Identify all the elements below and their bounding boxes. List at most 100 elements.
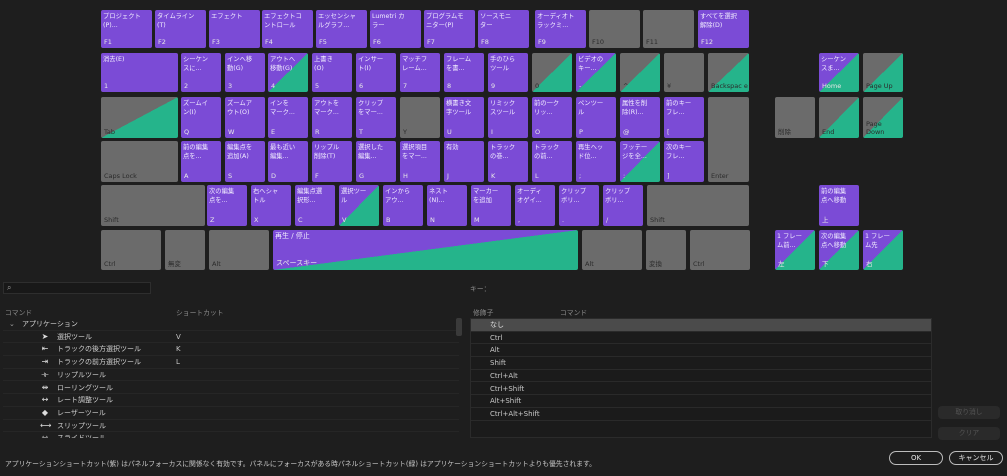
key-ku[interactable]: 横書き文 字ツール U: [444, 97, 484, 138]
modifier-row[interactable]: Alt+Shift: [471, 395, 931, 408]
key-kcomma[interactable]: オーディ オゲイ...,: [515, 185, 555, 226]
key-f8[interactable]: ソースモニ ター F8: [478, 10, 529, 48]
key-kenter[interactable]: Enter: [708, 97, 749, 182]
key-f12[interactable]: すべてを選択 解除(D) F12: [698, 10, 749, 48]
key-f5[interactable]: エッセンシャ ルグラフ... F5: [316, 10, 367, 48]
key-kshiftl[interactable]: Shift: [101, 185, 205, 226]
modifier-row[interactable]: なし: [471, 319, 931, 332]
command-row[interactable]: ⇹ ローリングツール: [3, 382, 459, 395]
command-column-header[interactable]: コマンド: [5, 307, 32, 317]
key-k3[interactable]: インへ移 動(G) 3: [225, 53, 265, 92]
key-kc[interactable]: 編集点選 択形... C: [295, 185, 335, 226]
key-k6[interactable]: インサー ト(I) 6: [356, 53, 396, 92]
command-row[interactable]: ⟷ スリップツール: [3, 420, 459, 433]
command-row[interactable]: ⇥ トラックの前方選択ツール L: [3, 356, 459, 369]
key-kslash[interactable]: クリップ ボリ... /: [603, 185, 643, 226]
key-kx[interactable]: 右へシャ トル X: [251, 185, 291, 226]
key-khenkan[interactable]: 変換: [646, 230, 686, 270]
key-kdel[interactable]: 削除: [775, 97, 815, 138]
key-kshiftr[interactable]: Shift: [647, 185, 749, 226]
key-f11[interactable]: F11: [643, 10, 694, 48]
key-k7[interactable]: マッチフ レーム... 7: [400, 53, 440, 92]
key-kh[interactable]: 選択項目 をマー... H: [400, 141, 440, 182]
key-f9[interactable]: オーディオト ラックミ... F9: [535, 10, 586, 48]
modifier-row[interactable]: Alt: [471, 344, 931, 358]
modifier-row[interactable]: Ctrl: [471, 332, 931, 345]
key-kg[interactable]: 選択した 編集... G: [356, 141, 396, 182]
modifier-row[interactable]: Ctrl+Alt: [471, 370, 931, 383]
key-kdown[interactable]: 次の編集 点へ移動下: [819, 230, 859, 270]
command-row[interactable]: ➤ 選択ツール V: [3, 331, 459, 344]
key-klb[interactable]: 前のキー フレ... [: [664, 97, 704, 138]
key-khome[interactable]: シーケン スま... Home: [819, 53, 859, 92]
key-kmuhenkan[interactable]: 無変: [165, 230, 205, 270]
key-kcolon[interactable]: フッテー ジを全...:: [620, 141, 660, 182]
key-kend[interactable]: End: [819, 97, 859, 138]
key-ktab[interactable]: Tab: [101, 97, 178, 138]
key-ke[interactable]: インを マーク... E: [268, 97, 308, 138]
key-ky[interactable]: Y: [400, 97, 440, 138]
key-kperiod[interactable]: クリップ ボリ....: [559, 185, 599, 226]
key-ka[interactable]: 前の編集 点を... A: [181, 141, 221, 182]
key-kw[interactable]: ズームア ウト(O) W: [225, 97, 265, 138]
modifier-row[interactable]: Ctrl+Alt+Shift: [471, 408, 931, 421]
modifier-column-header[interactable]: 修飾子: [473, 307, 493, 317]
key-kalt[interactable]: Alt: [209, 230, 269, 270]
key-kminus[interactable]: ビデオの キー... -: [576, 53, 616, 92]
key-f1[interactable]: プロジェクト (P)... F1: [101, 10, 152, 48]
command-list-scrollbar[interactable]: [456, 318, 462, 336]
key-k9[interactable]: 手のひら ツール 9: [488, 53, 528, 92]
key-f3[interactable]: エフェクト F3: [209, 10, 260, 48]
key-kleft[interactable]: 1 フレー ム前... 左: [775, 230, 815, 270]
ok-button[interactable]: OK: [889, 451, 943, 465]
clear-button[interactable]: クリア: [938, 427, 1000, 440]
key-kbs[interactable]: Backspac e: [708, 53, 749, 92]
key-ks[interactable]: 編集点を 追加(A) S: [225, 141, 265, 182]
key-kl[interactable]: トラック の前... L: [532, 141, 572, 182]
command-row[interactable]: ↔ レート調整ツール: [3, 394, 459, 407]
key-kright[interactable]: 1 フレー ム先右: [863, 230, 903, 270]
command-row[interactable]: ⇤ トラックの後方選択ツール K: [3, 343, 459, 357]
key-kpgup[interactable]: Page Up: [863, 53, 903, 92]
chevron-down-icon[interactable]: ⌄: [9, 318, 15, 330]
search-input[interactable]: ⌕: [3, 282, 151, 294]
key-kat[interactable]: 属性を削 除(R)... @: [620, 97, 660, 138]
modifier-row[interactable]: Shift: [471, 357, 931, 370]
key-k8[interactable]: フレーム を書... 8: [444, 53, 484, 92]
remove-button[interactable]: 取り消し: [938, 406, 1000, 419]
key-kspace[interactable]: 再生 / 停止 スペースキー: [273, 230, 578, 270]
command-row[interactable]: ◆ レーザーツール: [3, 407, 459, 420]
key-f10[interactable]: F10: [589, 10, 640, 48]
key-f2[interactable]: タイムライン (T) F2: [155, 10, 206, 48]
key-kctrl[interactable]: Ctrl: [101, 230, 161, 270]
key-kb[interactable]: インから アウ... B: [383, 185, 423, 226]
key-kz[interactable]: 次の編集 点を... Z: [207, 185, 247, 226]
command-row[interactable]: ⟛ リップルツール: [3, 369, 459, 382]
command-row[interactable]: ⇿ スライドツール: [3, 432, 459, 438]
key-ko[interactable]: 前の一ク リッ... O: [532, 97, 572, 138]
key-kpgdn[interactable]: Page Down: [863, 97, 903, 138]
key-kv[interactable]: 選択ツー ル V: [339, 185, 379, 226]
key-kq[interactable]: ズームイ ン(I) Q: [181, 97, 221, 138]
shortcut-column-header[interactable]: ショートカット: [176, 307, 224, 317]
key-k5[interactable]: 上書き (O) 5: [312, 53, 352, 92]
right-command-column-header[interactable]: コマンド: [560, 307, 587, 317]
key-f7[interactable]: プログラムモ ニター(P) F7: [424, 10, 475, 48]
key-ki[interactable]: リミック スツール I: [488, 97, 528, 138]
command-group-row[interactable]: ⌄ アプリケーション: [3, 318, 459, 331]
key-kj[interactable]: 有効 J: [444, 141, 484, 182]
key-f4[interactable]: エフェクトコ ントロール F4: [262, 10, 313, 48]
key-kf[interactable]: リップル 削除(T) F: [312, 141, 352, 182]
key-kd[interactable]: 最も近い 編集... D: [268, 141, 308, 182]
key-krb[interactable]: 次のキー フレ...]: [664, 141, 704, 182]
key-k1[interactable]: 消去(E) 1: [101, 53, 178, 92]
key-kcaps[interactable]: Caps Lock: [101, 141, 178, 182]
key-k0[interactable]: 0: [532, 53, 572, 92]
key-kr[interactable]: アウトを マーク... R: [312, 97, 352, 138]
key-kaltr[interactable]: Alt: [582, 230, 642, 270]
key-kyen[interactable]: ¥: [664, 53, 704, 92]
key-kup[interactable]: 前の編集 点へ移動上: [819, 185, 859, 226]
key-kctrlr[interactable]: Ctrl: [690, 230, 750, 270]
key-kp[interactable]: ペンツー ル P: [576, 97, 616, 138]
key-kn[interactable]: ネスト (N)... N: [427, 185, 467, 226]
